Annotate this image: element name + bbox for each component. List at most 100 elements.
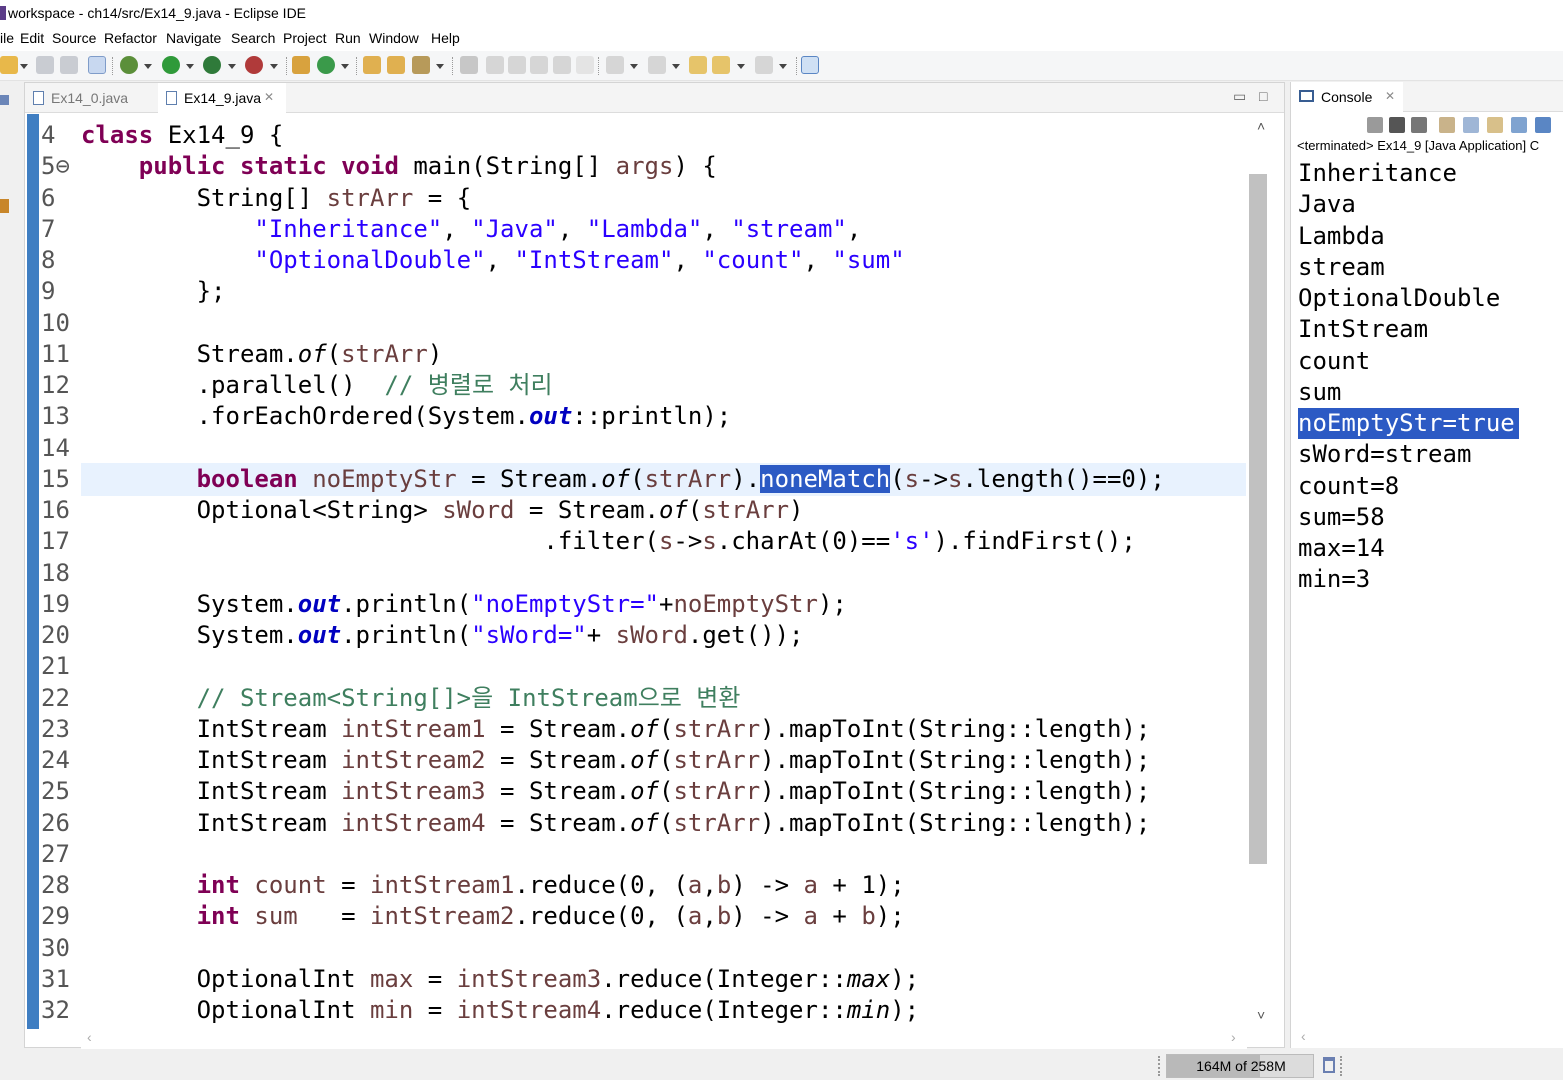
close-icon[interactable]: ✕ — [1385, 89, 1395, 103]
code-line[interactable]: OptionalInt min = intStream4.reduce(Inte… — [81, 995, 920, 1026]
skip-breakpoints-icon[interactable] — [88, 56, 106, 74]
chevron-down-icon[interactable] — [186, 64, 194, 69]
code-line[interactable]: OptionalInt max = intStream3.reduce(Inte… — [81, 964, 920, 995]
chevron-down-icon[interactable] — [436, 64, 444, 69]
mark-occurrences-icon[interactable] — [486, 56, 504, 74]
menu-refactor[interactable]: Refactor — [104, 30, 157, 46]
menu-navigate[interactable]: Navigate — [166, 30, 221, 46]
debug-icon[interactable] — [120, 56, 138, 74]
console-output[interactable]: Inheritance Java Lambda stream OptionalDoubl… — [1291, 156, 1563, 1026]
chevron-down-icon[interactable] — [341, 64, 349, 69]
code-line[interactable]: System.out.println("sWord="+ sWord.get()… — [81, 620, 804, 651]
menu-search[interactable]: Search — [231, 30, 275, 46]
editor-vertical-scrollbar[interactable]: ˄ ˅ — [1247, 114, 1283, 1029]
annotation-icon[interactable] — [460, 56, 478, 74]
code-line[interactable]: .filter(s->s.charAt(0)=='s').findFirst()… — [81, 526, 1135, 557]
chevron-down-icon[interactable] — [228, 64, 236, 69]
code-line[interactable]: // Stream<String[]>을 IntStream으로 변환 — [81, 683, 741, 714]
chevron-right-icon[interactable]: › — [1231, 1029, 1236, 1045]
last-edit-location-icon[interactable] — [689, 56, 707, 74]
code-line[interactable]: IntStream intStream2 = Stream.of(strArr)… — [81, 745, 1151, 776]
code-line[interactable]: IntStream intStream4 = Stream.of(strArr)… — [81, 808, 1151, 839]
display-selected-console-icon[interactable] — [1535, 117, 1551, 133]
chevron-up-icon[interactable]: ˄ — [1257, 118, 1265, 134]
heap-status[interactable]: 164M of 258M — [1166, 1054, 1314, 1078]
code-line[interactable]: .parallel() // 병렬로 처리 — [81, 370, 553, 401]
editor-horizontal-scrollbar[interactable]: ‹ › — [81, 1029, 1247, 1049]
pin-console-icon[interactable] — [1511, 117, 1527, 133]
code-line[interactable]: System.out.println("noEmptyStr="+noEmpty… — [81, 589, 847, 620]
tab-ex14-9-java[interactable]: Ex14_9.java ✕ — [158, 83, 286, 113]
close-icon[interactable]: ✕ — [264, 90, 274, 104]
open-perspective-icon[interactable] — [801, 56, 819, 74]
code-area[interactable]: class Ex14_9 { public static void main(S… — [81, 114, 1246, 1029]
tab-ex14-0-java[interactable]: Ex14_0.java — [25, 83, 153, 113]
code-line[interactable]: int count = intStream1.reduce(0, (a,b) -… — [81, 870, 905, 901]
remove-all-terminated-icon[interactable] — [1411, 117, 1427, 133]
open-task-icon[interactable] — [387, 56, 405, 74]
new-java-class-icon[interactable] — [317, 56, 335, 74]
previous-annotation-icon[interactable] — [648, 56, 666, 74]
menu-edit[interactable]: Edit — [20, 30, 44, 46]
trash-icon[interactable] — [1323, 1057, 1335, 1073]
code-line[interactable]: String[] strArr = { — [81, 183, 472, 214]
new-icon[interactable] — [0, 56, 18, 74]
chevron-left-icon[interactable]: ‹ — [1301, 1028, 1306, 1044]
forward-icon[interactable] — [755, 56, 773, 74]
code-line[interactable]: "OptionalDouble", "IntStream", "count", … — [81, 245, 904, 276]
code-line[interactable]: class Ex14_9 { — [81, 120, 283, 151]
code-line[interactable]: IntStream intStream3 = Stream.of(strArr)… — [81, 776, 1151, 807]
block-selection-icon[interactable] — [508, 56, 526, 74]
code-line[interactable]: IntStream intStream1 = Stream.of(strArr)… — [81, 714, 1151, 745]
console-horizontal-scrollbar[interactable]: ‹ — [1291, 1028, 1563, 1048]
chevron-left-icon[interactable]: ‹ — [87, 1029, 92, 1045]
search-icon[interactable] — [412, 56, 430, 74]
next-annotation-icon[interactable] — [606, 56, 624, 74]
chevron-down-icon[interactable] — [270, 64, 278, 69]
code-line[interactable]: .forEachOrdered(System.out::println); — [81, 401, 732, 432]
package-explorer-icon[interactable] — [0, 95, 9, 105]
menu-help[interactable]: Help — [431, 30, 460, 46]
chevron-down-icon[interactable] — [630, 64, 638, 69]
outline-icon[interactable] — [0, 199, 9, 213]
chevron-down-icon[interactable] — [779, 64, 787, 69]
save-icon[interactable] — [36, 56, 54, 74]
console-toolbar — [1291, 113, 1563, 137]
code-line[interactable]: int sum = intStream2.reduce(0, (a,b) -> … — [81, 901, 905, 932]
word-wrap-icon[interactable] — [1487, 117, 1503, 133]
open-type-icon[interactable] — [363, 56, 381, 74]
external-tools-icon[interactable] — [245, 56, 263, 74]
chevron-down-icon[interactable] — [20, 64, 28, 69]
coverage-icon[interactable] — [203, 56, 221, 74]
pilcrow-icon[interactable] — [576, 56, 594, 74]
chevron-down-icon[interactable]: ˅ — [1257, 1007, 1265, 1023]
code-line[interactable]: Optional<String> sWord = Stream.of(strAr… — [81, 495, 804, 526]
minimize-icon[interactable]: ▭ — [1233, 88, 1246, 105]
run-icon[interactable] — [162, 56, 180, 74]
tab-console[interactable]: Console ✕ — [1291, 82, 1403, 112]
menu-run[interactable]: Run — [335, 30, 361, 46]
terminate-icon[interactable] — [1367, 117, 1383, 133]
code-line[interactable]: boolean noEmptyStr = Stream.of(strArr).n… — [81, 464, 1165, 495]
remove-launch-icon[interactable] — [1389, 117, 1405, 133]
menu-project[interactable]: Project — [283, 30, 327, 46]
show-whitespace-icon[interactable] — [553, 56, 571, 74]
clear-console-icon[interactable] — [1439, 117, 1455, 133]
back-icon[interactable] — [712, 56, 730, 74]
code-line[interactable]: public static void main(String[] args) { — [81, 151, 717, 182]
save-all-icon[interactable] — [60, 56, 78, 74]
scroll-lock-icon[interactable] — [1463, 117, 1479, 133]
menu-window[interactable]: Window — [369, 30, 419, 46]
code-line[interactable]: }; — [81, 276, 226, 307]
chevron-down-icon[interactable] — [737, 64, 745, 69]
chevron-down-icon[interactable] — [144, 64, 152, 69]
menu-source[interactable]: Source — [52, 30, 96, 46]
scrollbar-thumb[interactable] — [1249, 174, 1267, 864]
chevron-down-icon[interactable] — [672, 64, 680, 69]
code-line[interactable]: "Inheritance", "Java", "Lambda", "stream… — [81, 214, 861, 245]
maximize-icon[interactable]: □ — [1259, 88, 1267, 104]
word-wrap-icon[interactable] — [530, 56, 548, 74]
menu-file[interactable]: ile — [0, 30, 14, 46]
code-line[interactable]: Stream.of(strArr) — [81, 339, 443, 370]
new-java-package-icon[interactable] — [292, 56, 310, 74]
